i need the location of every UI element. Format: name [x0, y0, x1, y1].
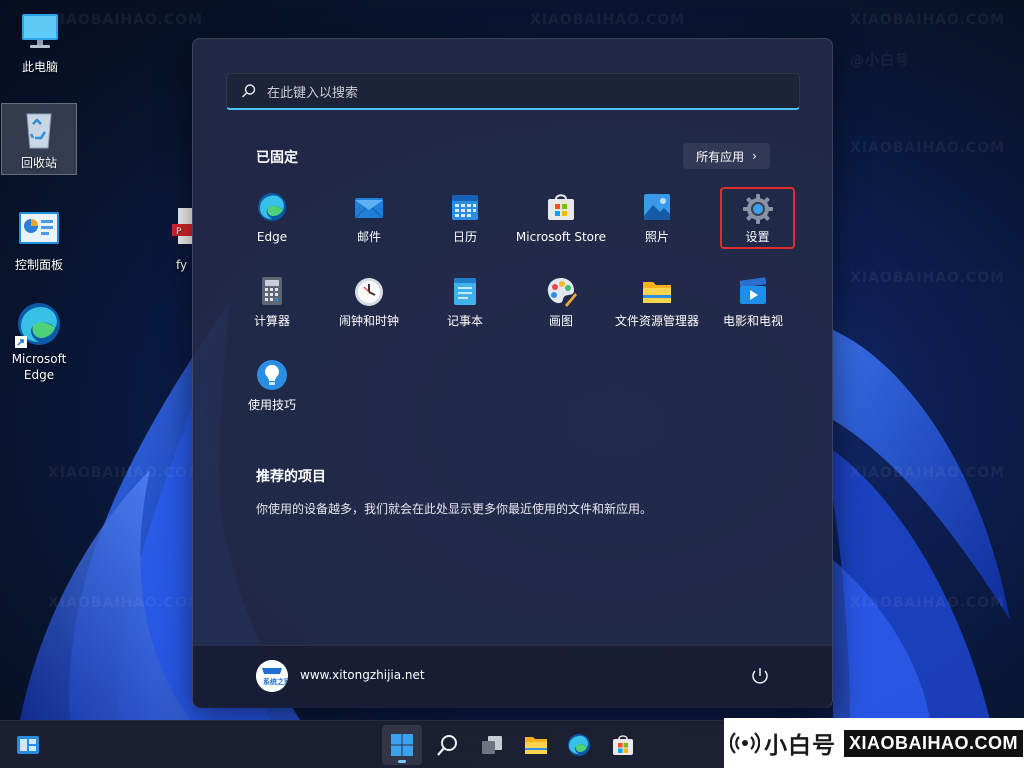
- recycle-bin-icon: [15, 104, 63, 152]
- desktop-icon-fy-file[interactable]: P fy: [150, 206, 192, 273]
- desktop-icon-this-pc[interactable]: 此电脑: [2, 8, 78, 75]
- desktop-icon-recycle-bin[interactable]: 回收站: [1, 103, 77, 175]
- pinned-app-microsoft-store[interactable]: Microsoft Store: [513, 179, 609, 255]
- edge-icon: [256, 191, 288, 223]
- app-label: 记事本: [446, 314, 483, 328]
- app-label: 文件资源管理器: [614, 314, 699, 328]
- brand-cn-text: 小白号: [764, 733, 836, 759]
- search-icon: [242, 84, 256, 98]
- pinned-app-mail[interactable]: 邮件: [321, 179, 417, 255]
- app-label: 照片: [644, 230, 669, 244]
- brand-watermark-badge: 小白号 XIAOBAIHAO.COM: [724, 718, 1024, 768]
- app-label: 画图: [548, 314, 573, 328]
- pinned-app-photos[interactable]: 照片: [609, 179, 705, 255]
- photos-icon: [641, 191, 673, 223]
- store-icon: [613, 735, 633, 755]
- calculator-icon: [256, 275, 288, 307]
- settings-gear-icon: [742, 193, 774, 225]
- app-label: 日历: [452, 230, 477, 244]
- taskbar-widgets[interactable]: [8, 725, 48, 765]
- pinned-app-calculator[interactable]: 计算器: [224, 263, 320, 339]
- monitor-icon: [16, 8, 64, 56]
- app-label: 电影和电视: [722, 314, 783, 328]
- desktop-icon-label: 控制面板: [14, 258, 63, 272]
- taskbar-edge[interactable]: [559, 725, 599, 765]
- brand-en-text: XIAOBAIHAO.COM: [844, 729, 1023, 757]
- pinned-app-movies-tv[interactable]: 电影和电视: [705, 263, 801, 339]
- pinned-app-file-explorer[interactable]: 文件资源管理器: [607, 263, 707, 339]
- desktop-icon-label: 回收站: [20, 156, 57, 170]
- task-view-icon: [482, 736, 502, 754]
- svg-text:P: P: [176, 227, 182, 237]
- all-apps-label: 所有应用: [696, 149, 745, 164]
- edge-icon: [15, 300, 63, 348]
- edge-icon: [568, 734, 590, 756]
- mail-icon: [353, 191, 385, 223]
- pinned-section-title: 已固定: [256, 150, 298, 166]
- search-placeholder: 在此键入以搜索: [267, 85, 359, 101]
- desktop-icon-label: fy: [176, 258, 188, 272]
- app-label: 计算器: [253, 314, 290, 328]
- desktop-icon-control-panel[interactable]: 控制面板: [1, 206, 77, 273]
- signal-waves-icon: [730, 732, 760, 754]
- folder-icon: [525, 737, 547, 754]
- taskbar-file-explorer[interactable]: [516, 725, 556, 765]
- pinned-app-notepad[interactable]: 记事本: [417, 263, 513, 339]
- pinned-app-calendar[interactable]: 日历: [417, 179, 513, 255]
- app-label: 使用技巧: [247, 398, 296, 412]
- desktop-icon-label: Microsoft Edge: [11, 352, 67, 382]
- user-name[interactable]: www.xitongzhijia.net: [300, 668, 425, 682]
- folder-icon: [641, 275, 673, 307]
- recommended-section-title: 推荐的项目: [256, 469, 326, 485]
- taskbar-start-button[interactable]: [382, 725, 422, 765]
- paint-palette-icon: [545, 275, 577, 307]
- windows-start-icon: [391, 734, 413, 756]
- store-icon: [545, 191, 577, 223]
- all-apps-button[interactable]: 所有应用 ›: [683, 143, 770, 169]
- movies-tv-icon: [737, 275, 769, 307]
- pinned-app-edge[interactable]: Edge: [224, 179, 320, 255]
- pinned-app-paint[interactable]: 画图: [513, 263, 609, 339]
- desktop-icon-label: 此电脑: [21, 60, 58, 74]
- pinned-app-alarms-clock[interactable]: 闹钟和时钟: [321, 263, 417, 339]
- desktop-icon-edge[interactable]: Microsoft Edge: [1, 300, 77, 383]
- clock-icon: [353, 275, 385, 307]
- pinned-app-settings[interactable]: 设置: [720, 187, 795, 249]
- widgets-icon: [17, 736, 39, 754]
- notepad-icon: [449, 275, 481, 307]
- calendar-icon: [449, 191, 481, 223]
- power-button[interactable]: [746, 662, 774, 690]
- pdf-file-icon: P: [150, 206, 192, 254]
- power-icon: [752, 668, 768, 684]
- app-label: 邮件: [356, 230, 381, 244]
- app-label: 闹钟和时钟: [338, 314, 399, 328]
- app-label: 设置: [745, 230, 770, 244]
- search-icon: [437, 735, 457, 756]
- taskbar-store[interactable]: [603, 725, 643, 765]
- start-search-input[interactable]: 在此键入以搜索: [226, 73, 800, 110]
- taskbar-task-view[interactable]: [472, 725, 512, 765]
- app-label: Microsoft Store: [515, 230, 607, 244]
- start-menu-footer: 系统之家 www.xitongzhijia.net: [193, 645, 832, 708]
- recommended-empty-message: 你使用的设备越多，我们就会在此处显示更多你最近使用的文件和新应用。: [256, 502, 653, 516]
- shortcut-arrow-icon: [15, 336, 27, 348]
- user-avatar[interactable]: 系统之家: [256, 660, 288, 692]
- control-panel-icon: [15, 206, 63, 254]
- tips-lightbulb-icon: [256, 359, 288, 391]
- app-label: Edge: [256, 230, 288, 244]
- avatar-text: 系统之家: [263, 677, 288, 686]
- chevron-right-icon: ›: [752, 149, 757, 163]
- start-menu: 在此键入以搜索 已固定 所有应用 › Edge 邮件 日历 Microsoft …: [192, 38, 833, 708]
- taskbar-search[interactable]: [428, 725, 468, 765]
- pinned-app-tips[interactable]: 使用技巧: [224, 347, 320, 423]
